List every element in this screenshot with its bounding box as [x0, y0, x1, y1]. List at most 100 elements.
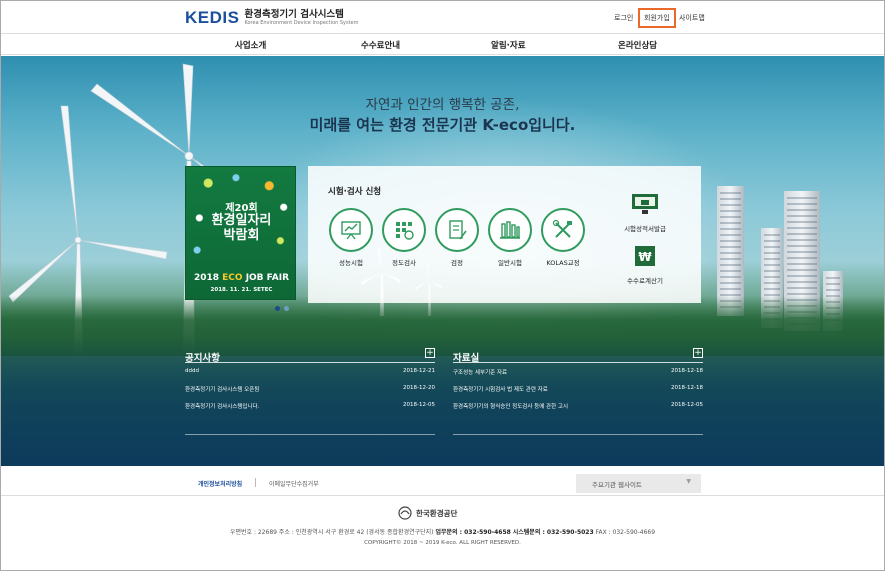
service-accuracy-inspection[interactable]: 정도검사: [381, 208, 427, 267]
hero-banner: 자연과 인간의 행복한 공존, 미래를 여는 환경 전문기관 K-eco입니다.…: [1, 56, 884, 466]
footer: 한국환경공단 우편번호 : 22689 주소 : 인천광역시 서구 환경로 42…: [1, 497, 884, 570]
footer-inquiry: 업무문의 : 032-590-4658: [435, 529, 511, 536]
sitemap-link[interactable]: 사이트맵: [679, 13, 705, 23]
archive-row[interactable]: 환경측정기기의 형식승인 정도검사 등에 관한 고시 2018-12-05: [453, 402, 703, 414]
main-nav: 사업소개 수수료안내 알림·자료 온라인상담: [1, 33, 884, 55]
board-divider: [185, 362, 435, 363]
service-fee-calculator[interactable]: ₩ 수수료계산기: [615, 244, 675, 285]
service-label: 정도검사: [392, 259, 416, 267]
logo-mark: KEDIS: [185, 8, 240, 27]
archive-board: 자료실 + 구조성능 세부기준 자료 2018-12-18 환경측정기기 시험검…: [453, 346, 703, 435]
grid-check-icon: [382, 208, 426, 252]
notice-board: 공지사항 + dddd 2018-12-21 환경측정기기 검사시스템 오픈됨 …: [185, 346, 435, 435]
top-header: KEDIS 환경측정기기 검사시스템 Korea Environment Dev…: [1, 1, 884, 33]
login-link[interactable]: 로그인: [614, 13, 633, 23]
notice-title: dddd: [185, 368, 199, 374]
board-bottom-line: [185, 434, 435, 435]
archive-date: 2018-12-18: [671, 368, 703, 374]
related-sites-select[interactable]: 주요기관 웹사이트 ▼: [576, 474, 701, 493]
site-logo[interactable]: KEDIS 환경측정기기 검사시스템 Korea Environment Dev…: [185, 8, 359, 28]
notice-row[interactable]: 환경측정기기 검사시스템입니다. 2018-12-05: [185, 402, 435, 414]
notice-date: 2018-12-05: [403, 402, 435, 408]
hero-slogan-line1: 자연과 인간의 행복한 공존,: [365, 97, 520, 113]
notice-row[interactable]: 환경측정기기 검사시스템 오픈됨 2018-12-20: [185, 385, 435, 397]
board-backdrop: [1, 336, 884, 466]
service-label: 일반시험: [498, 259, 522, 267]
org-emblem-icon: [398, 506, 412, 520]
poster-event-year: 2018: [193, 273, 219, 283]
test-tubes-icon: [488, 208, 532, 252]
notice-row[interactable]: dddd 2018-12-21: [185, 368, 435, 380]
service-panel-title: 시험·검사 신청: [328, 187, 382, 197]
service-side-label: 시험성적서발급: [624, 225, 666, 233]
notice-more-icon[interactable]: +: [425, 348, 435, 358]
logo-subtitle: Korea Environment Device Inspection Syst…: [244, 19, 359, 26]
archive-date: 2018-12-05: [671, 402, 703, 408]
archive-title: 환경측정기기의 형식승인 정도검사 등에 관한 고시: [453, 404, 569, 410]
archive-title: 환경측정기기 시험검사 법 제도 관련 자료: [453, 387, 548, 393]
page-frame: KEDIS 환경측정기기 검사시스템 Korea Environment Dev…: [0, 0, 885, 571]
job-fair-poster[interactable]: 제20회 환경일자리 박람회 2018 ECO JOB FAIR 2018. 1…: [185, 166, 296, 300]
poster-event-name: JOB FAIR: [245, 273, 290, 283]
archive-date: 2018-12-18: [671, 385, 703, 391]
related-sites-label: 주요기관 웹사이트: [592, 481, 642, 489]
service-kolas-calibration[interactable]: KOLAS교정: [540, 208, 586, 267]
archive-more-icon[interactable]: +: [693, 348, 703, 358]
svg-text:₩: ₩: [638, 250, 652, 264]
notice-title: 환경측정기기 검사시스템 오픈됨: [185, 387, 260, 393]
join-link[interactable]: 회원가입: [638, 8, 676, 28]
poster-title: 환경일자리 박람회: [186, 213, 295, 243]
chart-board-icon: [329, 208, 373, 252]
slider-dot[interactable]: [284, 306, 289, 311]
won-calculator-icon: ₩: [635, 246, 655, 266]
nav-item-fees[interactable]: 수수료안내: [361, 39, 400, 51]
nav-item-business[interactable]: 사업소개: [235, 39, 266, 51]
service-label: 성능시험: [339, 259, 363, 267]
tools-icon: [541, 208, 585, 252]
poster-venue: SETEC: [253, 287, 273, 293]
archive-row[interactable]: 구조성능 세부기준 자료 2018-12-18: [453, 368, 703, 380]
footer-copyright: COPYRIGHT© 2018 ~ 2019 K-eco. ALL RIGHT …: [364, 540, 521, 546]
email-refusal-link[interactable]: 이메일무단수집거부: [269, 479, 319, 488]
board-divider: [453, 362, 703, 363]
footer-org-logo: 한국환경공단: [398, 506, 457, 520]
poster-event-eco: ECO: [222, 273, 243, 283]
poster-date-value: 2018. 11. 21.: [210, 287, 252, 293]
logo-text: 환경측정기기 검사시스템 Korea Environment Device In…: [244, 10, 358, 26]
notice-date: 2018-12-21: [403, 368, 435, 374]
slider-pagination: [275, 306, 289, 311]
footer-address-text: 우편번호 : 22689 주소 : 인천광역시 서구 환경로 42 (경서동 종…: [229, 529, 434, 536]
notice-title: 환경측정기기 검사시스템입니다.: [185, 404, 260, 410]
nav-item-notices[interactable]: 알림·자료: [491, 39, 526, 51]
notice-date: 2018-12-20: [403, 385, 435, 391]
footer-org-name: 한국환경공단: [416, 508, 458, 518]
slider-dot-active[interactable]: [275, 306, 280, 311]
footer-link-bar: 개인정보처리방침 이메일무단수집거부 주요기관 웹사이트 ▼: [1, 466, 884, 496]
service-certificate-issue[interactable]: 시험성적서발급: [615, 192, 675, 233]
poster-date: 2018. 11. 21. SETEC: [186, 287, 295, 293]
poster-edition: 제20회: [225, 203, 258, 214]
nav-item-consult[interactable]: 온라인상담: [618, 39, 657, 51]
service-general-test[interactable]: 일반시험: [487, 208, 533, 267]
privacy-policy-link[interactable]: 개인정보처리방침: [198, 479, 242, 488]
chevron-down-icon: ▼: [686, 478, 691, 485]
poster-title-line2: 박람회: [223, 228, 260, 243]
logo-title: 환경측정기기 검사시스템: [244, 9, 344, 21]
board-bottom-line: [453, 434, 703, 435]
service-side-label: 수수료계산기: [627, 277, 663, 285]
service-performance-test[interactable]: 성능시험: [328, 208, 374, 267]
certificate-monitor-icon: [632, 194, 658, 214]
hero-slogan-line2: 미래를 여는 환경 전문기관 K-eco입니다.: [309, 116, 576, 134]
service-label: 검정: [451, 259, 463, 267]
archive-row[interactable]: 환경측정기기 시험검사 법 제도 관련 자료 2018-12-18: [453, 385, 703, 397]
service-panel: 시험·검사 신청 성능시험 정도검사 검정 일반시험 KOLAS교정 시험성적서…: [308, 166, 701, 303]
service-verification[interactable]: 검정: [434, 208, 480, 267]
footer-separator: [255, 478, 256, 487]
footer-address: 우편번호 : 22689 주소 : 인천광역시 서구 환경로 42 (경서동 종…: [1, 527, 884, 536]
service-label: KOLAS교정: [546, 259, 580, 267]
poster-title-line1: 환경일자리: [211, 213, 272, 228]
footer-fax: FAX : 032-590-4669: [595, 529, 656, 536]
archive-title: 구조성능 세부기준 자료: [453, 370, 508, 376]
footer-system-inquiry: 시스템문의 : 032-590-5023: [512, 529, 594, 536]
poster-event: 2018 ECO JOB FAIR: [186, 273, 295, 283]
